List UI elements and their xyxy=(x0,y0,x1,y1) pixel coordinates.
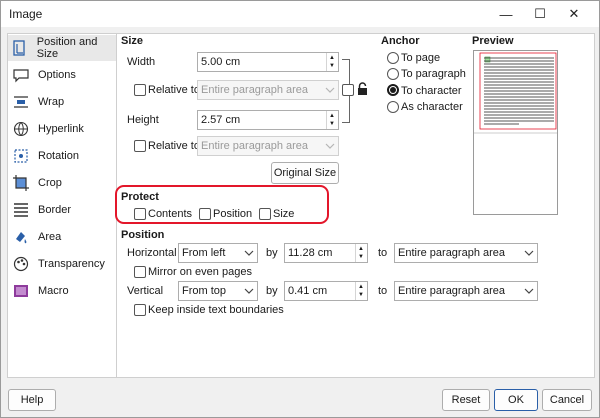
spin-up-icon[interactable]: ▲ xyxy=(358,246,364,252)
horizontal-to-combo[interactable]: Entire paragraph area xyxy=(394,243,538,263)
horizontal-mode-combo[interactable]: From left xyxy=(178,243,258,263)
size-section-title: Size xyxy=(121,35,144,47)
minimize-icon: — xyxy=(499,6,513,22)
sidebar-item-crop[interactable]: Crop xyxy=(8,170,116,196)
sidebar-item-wrap[interactable]: Wrap xyxy=(8,89,116,115)
close-button[interactable]: ✕ xyxy=(557,1,591,27)
spin-down-icon[interactable]: ▼ xyxy=(358,254,364,260)
chevron-down-icon xyxy=(325,84,335,96)
width-spinner[interactable]: 5.00 cm ▲ ▼ xyxy=(197,52,339,72)
window-title: Image xyxy=(9,7,43,21)
protect-position-checkbox[interactable] xyxy=(199,208,211,220)
title-bar: Image — ☐ ✕ xyxy=(1,1,599,27)
spin-down-icon[interactable]: ▼ xyxy=(329,121,335,127)
keep-inside-boundaries-checkbox[interactable] xyxy=(134,304,146,316)
mirror-even-pages-checkbox[interactable] xyxy=(134,266,146,278)
vertical-label: Vertical xyxy=(127,285,164,297)
height-relative-checkbox[interactable] xyxy=(134,140,146,152)
anchor-to-page-radio[interactable] xyxy=(387,52,399,64)
width-relative-checkbox[interactable] xyxy=(134,84,146,96)
protect-contents-label: Contents xyxy=(148,208,193,220)
mirror-even-pages-label: Mirror on even pages xyxy=(148,266,252,278)
vertical-to-combo[interactable]: Entire paragraph area xyxy=(394,281,538,301)
height-relative-label: Relative to xyxy=(148,140,200,152)
anchor-to-character-radio[interactable] xyxy=(387,84,399,96)
anchor-to-paragraph-label: To paragraph xyxy=(401,68,466,80)
anchor-section-title: Anchor xyxy=(381,35,420,47)
chevron-down-icon xyxy=(524,247,534,259)
horizontal-label: Horizontal xyxy=(127,247,177,259)
height-spinner[interactable]: 2.57 cm ▲ ▼ xyxy=(197,110,339,130)
reset-button[interactable]: Reset xyxy=(442,389,490,411)
preview-title: Preview xyxy=(472,35,514,47)
lock-icon xyxy=(357,82,368,99)
anchor-as-character-radio[interactable] xyxy=(387,101,399,113)
protect-contents-checkbox[interactable] xyxy=(134,208,146,220)
chevron-down-icon xyxy=(524,285,534,297)
keep-ratio-checkbox[interactable] xyxy=(342,84,354,96)
help-button[interactable]: Help xyxy=(8,389,56,411)
spin-up-icon[interactable]: ▲ xyxy=(329,55,335,61)
transparency-icon xyxy=(12,255,30,273)
horizontal-by-spinner[interactable]: 11.28 cm ▲ ▼ xyxy=(284,243,368,263)
protect-size-checkbox[interactable] xyxy=(259,208,271,220)
maximize-button[interactable]: ☐ xyxy=(523,1,557,27)
button-bar: Help Reset OK Cancel xyxy=(1,382,599,418)
sidebar-item-hyperlink[interactable]: Hyperlink xyxy=(8,116,116,142)
hyperlink-icon xyxy=(12,120,30,138)
border-icon xyxy=(12,201,30,219)
crop-icon xyxy=(12,174,30,192)
sidebar-item-position-and-size[interactable]: Position and Size xyxy=(8,35,116,61)
protect-size-label: Size xyxy=(273,208,295,220)
protect-position-label: Position xyxy=(213,208,253,220)
anchor-to-character-label: To character xyxy=(401,85,462,97)
keep-inside-boundaries-label: Keep inside text boundaries xyxy=(148,304,284,316)
width-relative-combo[interactable]: Entire paragraph area xyxy=(197,80,339,100)
horizontal-to-label: to xyxy=(378,247,388,259)
macro-icon xyxy=(12,282,30,300)
width-label: Width xyxy=(127,56,156,68)
anchor-to-paragraph-radio[interactable] xyxy=(387,68,399,80)
spin-up-icon[interactable]: ▲ xyxy=(329,113,335,119)
page-preview-graphic xyxy=(474,52,557,134)
sidebar-item-border[interactable]: Border xyxy=(8,197,116,223)
preview-pane xyxy=(473,50,558,215)
anchor-as-character-label: As character xyxy=(401,101,463,113)
position-section-title: Position xyxy=(121,229,165,241)
maximize-icon: ☐ xyxy=(534,6,546,21)
chevron-down-icon xyxy=(325,140,335,152)
sidebar-item-options[interactable]: Options xyxy=(8,62,116,88)
sidebar-item-transparency[interactable]: Transparency xyxy=(8,251,116,277)
cancel-button[interactable]: Cancel xyxy=(542,389,592,411)
minimize-button[interactable]: — xyxy=(489,1,523,27)
original-size-button[interactable]: Original Size xyxy=(271,162,339,184)
sidebar-item-area[interactable]: Area xyxy=(8,224,116,250)
vertical-to-label: to xyxy=(378,285,388,297)
width-relative-label: Relative to xyxy=(148,84,200,96)
vertical-mode-combo[interactable]: From top xyxy=(178,281,258,301)
position-size-icon xyxy=(12,39,29,57)
ok-button[interactable]: OK xyxy=(494,389,538,411)
chevron-down-icon xyxy=(244,247,254,259)
close-icon: ✕ xyxy=(568,6,580,21)
anchor-to-page-label: To page xyxy=(401,52,441,64)
sidebar-item-rotation[interactable]: Rotation xyxy=(8,143,116,169)
image-dialog: Image — ☐ ✕ Position and Size Options Wr… xyxy=(0,0,600,418)
rotation-icon xyxy=(12,147,30,165)
wrap-icon xyxy=(12,93,30,111)
vertical-by-spinner[interactable]: 0.41 cm ▲ ▼ xyxy=(284,281,368,301)
options-icon xyxy=(12,66,30,84)
sidebar-item-macro[interactable]: Macro xyxy=(8,278,116,304)
height-label: Height xyxy=(127,114,159,126)
protect-section-title: Protect xyxy=(121,191,159,203)
spin-down-icon[interactable]: ▼ xyxy=(329,63,335,69)
area-icon xyxy=(12,228,30,246)
sidebar: Position and Size Options Wrap Hyperlink… xyxy=(7,33,117,378)
spin-up-icon[interactable]: ▲ xyxy=(358,284,364,290)
vertical-by-label: by xyxy=(266,285,278,297)
spin-down-icon[interactable]: ▼ xyxy=(358,292,364,298)
horizontal-by-label: by xyxy=(266,247,278,259)
height-relative-combo[interactable]: Entire paragraph area xyxy=(197,136,339,156)
chevron-down-icon xyxy=(244,285,254,297)
